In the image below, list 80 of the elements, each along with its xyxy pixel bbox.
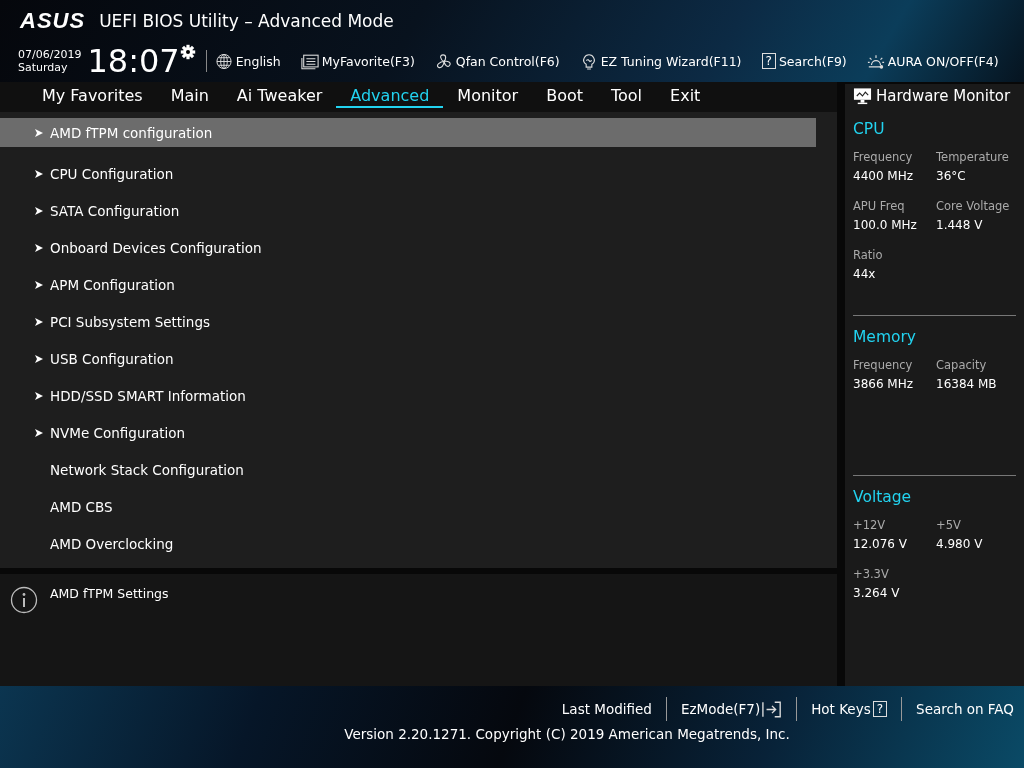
help-key-icon: ? (761, 53, 776, 69)
arrow-icon (34, 127, 44, 138)
menu-item[interactable]: Onboard Devices Configuration (0, 229, 816, 266)
reading-value: 1.448 V (936, 218, 984, 232)
favorite-tool-button[interactable]: MyFavorite(F3) (300, 52, 415, 70)
menu-item[interactable]: SATA Configuration (0, 192, 816, 229)
exit-arrow-icon (762, 700, 783, 718)
menu-tab[interactable]: Exit (656, 86, 715, 108)
footer-button[interactable]: Last Modified (561, 701, 652, 717)
menu-tab[interactable]: Ai Tweaker (222, 86, 337, 108)
menu-item[interactable]: PCI Subsystem Settings (0, 303, 816, 340)
reading-label: +12V (853, 518, 887, 532)
menu-tab[interactable]: Main (156, 86, 223, 108)
settings-icon[interactable] (179, 44, 196, 60)
search-tool-button[interactable]: ? Search(F9) (761, 53, 847, 69)
menu-item[interactable]: NVMe Configuration (0, 414, 816, 451)
arrow-icon (34, 205, 44, 216)
version-text: Version 2.20.1271. Copyright (C) 2019 American Megatrends, Inc. (344, 726, 790, 742)
reading-value: 12.076 V (853, 537, 908, 551)
reading-value: 44x (853, 267, 877, 281)
reading-value: 100.0 MHz (853, 218, 918, 232)
section-heading: CPU (853, 120, 886, 138)
menu-tab[interactable]: Monitor (443, 86, 533, 108)
reading-label: Capacity (936, 358, 988, 372)
reading-label: Temperature (936, 150, 1010, 164)
reading-label: Frequency (853, 358, 914, 372)
clock-time: 18:07 (87, 43, 180, 79)
reading-label: +3.3V (853, 567, 890, 581)
language-tool-button[interactable]: English (214, 52, 281, 70)
menu-tab[interactable]: My Favorites (28, 86, 157, 108)
fan-icon (434, 52, 453, 70)
window-title: UEFI BIOS Utility – Advanced Mode (99, 11, 394, 31)
arrow-icon (34, 390, 44, 401)
reading-value: 36°C (936, 169, 967, 183)
asus-logo: ASUS (20, 8, 86, 34)
menu-item[interactable]: AMD Overclocking (0, 525, 816, 562)
section-heading: Memory (853, 328, 918, 346)
reading-label: APU Freq (853, 199, 906, 213)
arrow-icon (34, 242, 44, 253)
menu-item[interactable]: HDD/SSD SMART Information (0, 377, 816, 414)
reading-value: 16384 MB (936, 377, 998, 391)
arrow-icon (34, 316, 44, 327)
reading-value: 3.264 V (853, 586, 901, 600)
menu-item[interactable]: APM Configuration (0, 266, 816, 303)
menu-item[interactable]: USB Configuration (0, 340, 816, 377)
globe-icon (214, 52, 233, 70)
arrow-icon (34, 279, 44, 290)
menu-tab[interactable]: Boot (532, 86, 597, 108)
fan-tool-button[interactable]: Qfan Control(F6) (434, 52, 560, 70)
reading-label: +5V (936, 518, 962, 532)
menu-item[interactable]: AMD CBS (0, 488, 816, 525)
menu-tab[interactable]: Advanced (336, 86, 444, 108)
date-text: 07/06/2019 (18, 48, 82, 61)
menu-tab[interactable]: Tool (597, 86, 657, 108)
aura-tool-button[interactable]: AURA ON/OFF(F4) (866, 52, 999, 70)
list-icon (300, 52, 319, 70)
wizard-tool-button[interactable]: EZ Tuning Wizard(F11) (579, 52, 742, 70)
light-icon (866, 52, 885, 70)
reading-value: 4400 MHz (853, 169, 915, 183)
reading-value: 3866 MHz (853, 377, 915, 391)
reading-value: 4.980 V (936, 537, 984, 551)
monitor-icon (853, 87, 872, 105)
arrow-icon (34, 168, 44, 179)
menu-item[interactable]: Network Stack Configuration (0, 451, 816, 488)
reading-label: Ratio (853, 248, 884, 262)
reading-label: Core Voltage (936, 199, 1011, 213)
section-heading: Voltage (853, 488, 913, 506)
info-icon (10, 586, 38, 614)
menu-item[interactable]: CPU Configuration (0, 155, 816, 192)
help-text: AMD fTPM Settings (50, 586, 169, 601)
ezmode-button[interactable]: EzMode(F7) (680, 700, 783, 718)
weekday-text: Saturday (18, 61, 69, 74)
arrow-icon (34, 353, 44, 364)
help-key-icon: ? (872, 701, 888, 717)
panel-title: Hardware Monitor (876, 87, 1011, 105)
footer-button[interactable]: Search on FAQ (916, 701, 1014, 717)
reading-label: Frequency (853, 150, 914, 164)
menu-item[interactable]: AMD fTPM configuration (0, 118, 816, 147)
arrow-icon (34, 427, 44, 438)
hotkeys-button[interactable]: Hot Keys ? (811, 701, 888, 717)
